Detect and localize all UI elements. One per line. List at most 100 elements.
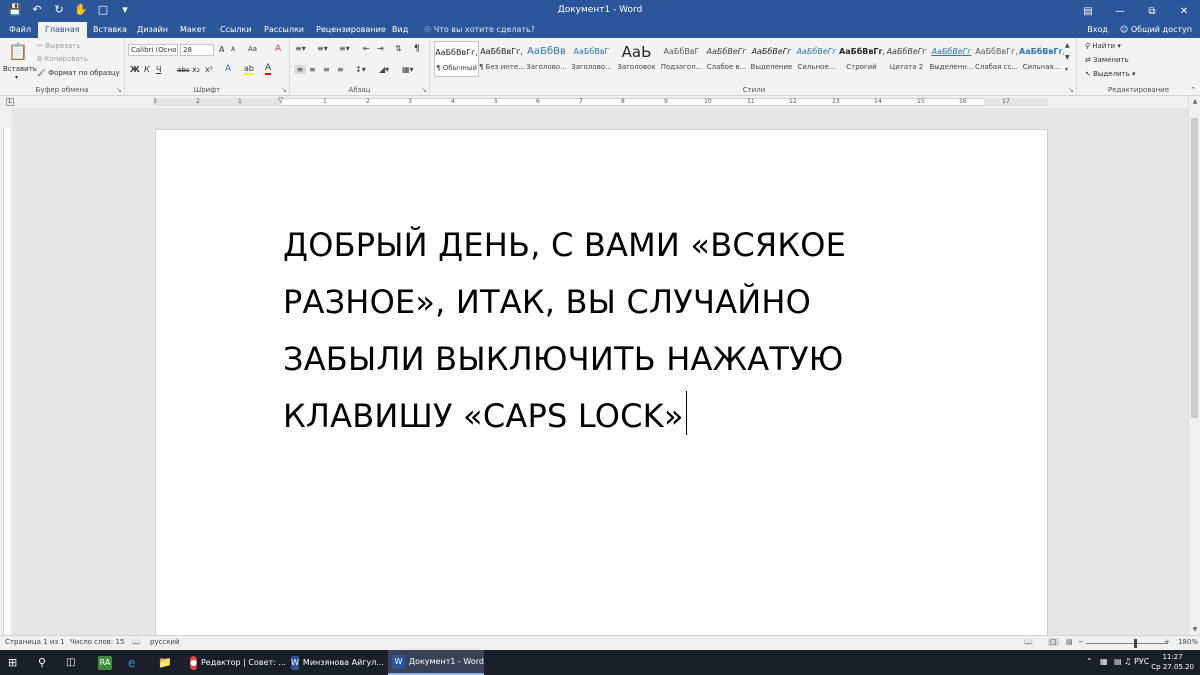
styles-scroll-down-icon[interactable]: ▼ — [1065, 54, 1070, 61]
bullets-icon[interactable]: ≡▾ — [295, 44, 306, 53]
tab-mailings[interactable]: Рассылки — [257, 22, 311, 38]
tab-insert[interactable]: Вставка — [86, 22, 134, 38]
tab-selector-icon[interactable]: L — [6, 98, 14, 106]
styles-more-icon[interactable]: ▾ — [1065, 66, 1068, 73]
ribbon-display-options-icon[interactable]: ▤ — [1072, 0, 1104, 22]
find-button[interactable]: ⚲ Найти ▾ — [1085, 42, 1121, 50]
bold-button[interactable]: Ж — [130, 65, 140, 74]
font-color-button[interactable]: A — [265, 63, 272, 75]
style-heading-2[interactable]: АаБбВвГ Заголово... — [569, 41, 614, 77]
search-icon[interactable]: ⚲ — [38, 650, 46, 675]
format-painter-button[interactable]: 🖌 Формат по образцу — [37, 69, 120, 77]
cut-button[interactable]: ✂ Вырезать — [37, 42, 80, 50]
tray-app-icon[interactable]: ▦ — [1100, 657, 1108, 666]
font-size-select[interactable]: 28 — [180, 44, 214, 56]
paragraph-launcher-icon[interactable]: ↘ — [421, 86, 427, 94]
page-count[interactable]: Страница 1 из 1 — [5, 638, 65, 646]
language-indicator[interactable]: русский — [150, 638, 180, 646]
align-center-icon[interactable]: ≡ — [309, 65, 316, 74]
superscript-button[interactable]: x² — [205, 65, 213, 74]
change-case-button[interactable]: Aa — [248, 45, 257, 53]
styles-scroll-up-icon[interactable]: ▲ — [1065, 42, 1070, 49]
tab-home[interactable]: Главная — [38, 22, 87, 38]
paste-button[interactable]: Вставить — [3, 65, 37, 73]
scrollbar-thumb[interactable] — [1191, 118, 1198, 418]
style-no-spacing[interactable]: АаБбВвГг, ¶ Без инте... — [479, 41, 524, 77]
sort-icon[interactable]: ⇅ — [395, 44, 402, 53]
zoom-out-icon[interactable]: − — [1078, 638, 1084, 646]
tab-design[interactable]: Дизайн — [130, 22, 175, 38]
text-effects-button[interactable]: A — [225, 64, 231, 74]
document-line[interactable]: ДОБРЫЙ ДЕНЬ, С ВАМИ «ВСЯКОЕ — [283, 217, 903, 274]
tab-review[interactable]: Рецензирование — [309, 22, 393, 38]
edge-icon[interactable]: e — [128, 650, 135, 675]
style-heading-1[interactable]: АаБбВв Заголово... — [524, 41, 569, 77]
proofing-icon[interactable]: 📖 — [132, 638, 141, 646]
justify-icon[interactable]: ≡ — [337, 65, 344, 74]
zoom-in-icon[interactable]: + — [1164, 638, 1170, 646]
taskbar-app-chrome[interactable]: ● Редактор | Совет: ... — [186, 650, 286, 675]
file-explorer-icon[interactable]: 📁 — [158, 650, 172, 675]
style-title[interactable]: АаЬ Заголовок — [614, 41, 659, 77]
task-view-icon[interactable]: ◫ — [66, 650, 75, 675]
shrink-font-button[interactable]: A — [231, 46, 235, 53]
keyboard-language[interactable]: РУС — [1134, 657, 1149, 666]
tab-file[interactable]: Файл — [2, 22, 38, 38]
minimize-icon[interactable]: — — [1104, 0, 1136, 22]
document-line-text[interactable]: КЛАВИШУ «CAPS LOCK» — [283, 397, 684, 435]
replace-button[interactable]: ⇄ Заменить — [1085, 56, 1129, 64]
decrease-indent-icon[interactable]: ⇤ — [363, 44, 370, 53]
style-intense-quote[interactable]: АаБбВеГг Выделенн... — [929, 41, 974, 77]
tray-expand-icon[interactable]: ⌃ — [1086, 657, 1093, 666]
tell-me-box[interactable]: ☉ Что вы хотите сделать? — [424, 22, 535, 38]
font-launcher-icon[interactable]: ↘ — [281, 86, 287, 94]
share-button[interactable]: ☺ Общий доступ — [1120, 22, 1192, 38]
multilevel-list-icon[interactable]: ≡▾ — [339, 44, 350, 53]
strikethrough-button[interactable]: abc — [177, 66, 190, 74]
vertical-scrollbar[interactable]: ▲ ▼ — [1188, 96, 1200, 635]
document-line[interactable]: РАЗНОЕ», ИТАК, ВЫ СЛУЧАЙНО — [283, 274, 903, 331]
select-button[interactable]: ↖ Выделить ▾ — [1085, 70, 1136, 78]
subscript-button[interactable]: x₂ — [192, 65, 200, 74]
style-intense-reference[interactable]: АаБбВвГг, Сильная... — [1019, 41, 1064, 77]
vertical-ruler[interactable] — [0, 108, 12, 635]
document-body[interactable]: ДОБРЫЙ ДЕНЬ, С ВАМИ «ВСЯКОЕ РАЗНОЕ», ИТА… — [283, 217, 903, 445]
document-line-last[interactable]: КЛАВИШУ «CAPS LOCK» — [283, 388, 903, 445]
close-icon[interactable]: ✕ — [1168, 0, 1200, 22]
scroll-up-icon[interactable]: ▲ — [1189, 98, 1200, 105]
numbering-icon[interactable]: ≡▾ — [317, 44, 328, 53]
borders-icon[interactable]: ▦▾ — [402, 65, 414, 74]
restore-icon[interactable]: ⧉ — [1136, 0, 1168, 22]
align-left-icon[interactable]: ≡ — [294, 65, 306, 74]
zoom-level[interactable]: 180% — [1178, 638, 1198, 646]
tab-view[interactable]: Вид — [385, 22, 415, 38]
show-marks-button[interactable]: ¶ — [414, 44, 420, 54]
clear-formatting-button[interactable]: A — [275, 44, 281, 54]
collapse-ribbon-icon[interactable]: ⌃ — [1190, 86, 1196, 94]
document-page[interactable]: ДОБРЫЙ ДЕНЬ, С ВАМИ «ВСЯКОЕ РАЗНОЕ», ИТА… — [155, 129, 1048, 635]
align-right-icon[interactable]: ≡ — [323, 65, 330, 74]
grow-font-button[interactable]: A — [219, 45, 224, 54]
taskbar-app-word-2[interactable]: W Минзянова Айгул... — [287, 650, 384, 675]
style-intense-emphasis[interactable]: АаБбВеГг Сильное... — [794, 41, 839, 77]
paste-icon[interactable]: 📋 — [4, 42, 32, 61]
clipboard-launcher-icon[interactable]: ↘ — [116, 86, 122, 94]
paste-dropdown-icon[interactable]: ▾ — [15, 74, 18, 81]
style-strong[interactable]: АаБбВвГг, Строгий — [839, 41, 884, 77]
start-button-icon[interactable]: ⊞ — [8, 650, 17, 675]
shading-icon[interactable]: ◢▾ — [379, 65, 389, 74]
italic-button[interactable]: К — [144, 65, 150, 74]
signin-link[interactable]: Вход — [1087, 22, 1108, 38]
scroll-down-icon[interactable]: ▼ — [1189, 626, 1200, 633]
style-subtle-reference[interactable]: АаБбВвГг, Слабая сс... — [974, 41, 1019, 77]
tab-layout[interactable]: Макет — [173, 22, 213, 38]
zoom-slider-track[interactable] — [1086, 643, 1168, 644]
ra-app-icon[interactable]: RA — [98, 650, 116, 675]
document-line[interactable]: ЗАБЫЛИ ВЫКЛЮЧИТЬ НАЖАТУЮ — [283, 331, 903, 388]
horizontal-ruler[interactable]: L 3 2 1 ▽ 1 2 3 4 5 6 7 8 9 10 11 12 13 … — [0, 96, 1200, 108]
network-icon[interactable]: ▤ — [1114, 657, 1122, 666]
tab-references[interactable]: Ссылки — [213, 22, 258, 38]
style-emphasis[interactable]: АаБбВеГг Выделение — [749, 41, 794, 77]
style-subtle-emphasis[interactable]: АаБбВеГг Слабое в... — [704, 41, 749, 77]
increase-indent-icon[interactable]: ⇥ — [377, 44, 384, 53]
